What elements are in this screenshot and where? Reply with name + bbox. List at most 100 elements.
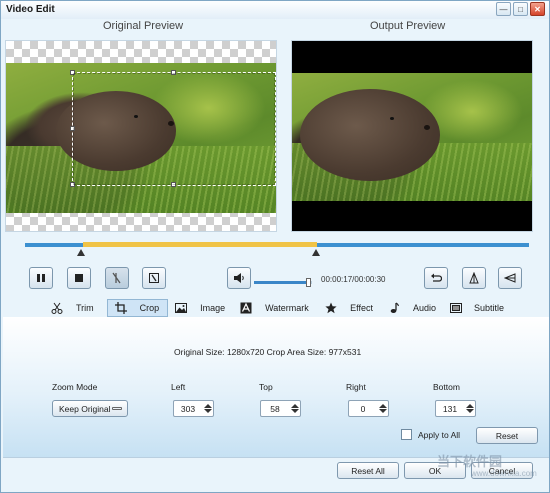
output-preview-label: Output Preview (370, 20, 446, 32)
title-bar: Video Edit — □ ✕ (1, 1, 549, 19)
apply-to-all-label: Apply to All (418, 430, 461, 440)
flip-horizontal-icon (504, 273, 516, 283)
volume-slider[interactable] (254, 278, 312, 287)
playback-time: 00:00:17/00:00:30 (321, 275, 386, 284)
bottom-value: 131 (442, 403, 458, 414)
stepper-arrows[interactable] (289, 401, 300, 416)
tab-audio[interactable]: Audio (381, 299, 444, 317)
stop-icon (75, 274, 83, 282)
trim-selection (83, 242, 317, 247)
set-start-button[interactable] (105, 267, 129, 289)
maximize-button[interactable]: □ (513, 2, 528, 16)
top-label: Top (259, 382, 273, 392)
window-title: Video Edit (6, 4, 55, 15)
apply-to-all-checkbox[interactable] (401, 429, 412, 440)
arrow-up-icon (290, 404, 299, 408)
right-value: 0 (360, 403, 366, 414)
letterbox-top (292, 41, 532, 73)
speaker-icon (234, 273, 244, 283)
set-start-icon (112, 272, 121, 284)
zoom-mode-value: Keep Original (59, 403, 111, 414)
tab-trim[interactable]: Trim (44, 299, 107, 317)
arrow-down-icon (465, 409, 474, 413)
close-button[interactable]: ✕ (530, 2, 545, 16)
stop-button[interactable] (67, 267, 91, 289)
timeline-track[interactable] (25, 242, 529, 247)
crop-icon (114, 301, 128, 315)
end-marker[interactable] (312, 249, 320, 256)
left-stepper[interactable]: 303 (173, 400, 214, 417)
stepper-arrows[interactable] (377, 401, 388, 416)
tab-image[interactable]: Image (168, 299, 233, 317)
bottom-stepper[interactable]: 131 (435, 400, 476, 417)
tab-watermark[interactable]: Watermark (233, 299, 318, 317)
tab-effect[interactable]: Effect (318, 299, 381, 317)
reset-button[interactable]: Reset (476, 427, 538, 444)
dropdown-icon (112, 407, 122, 410)
zoom-mode-label: Zoom Mode (52, 382, 98, 392)
set-end-button[interactable] (142, 267, 166, 289)
crop-area-value: 977x531 (328, 347, 362, 357)
flip-horizontal-button[interactable] (498, 267, 522, 289)
pause-icon (37, 274, 45, 282)
arrow-up-icon (378, 404, 387, 408)
arrow-down-icon (203, 409, 212, 413)
subtitle-icon (450, 301, 462, 315)
left-value: 303 (180, 403, 196, 414)
tab-subtitle[interactable]: Subtitle (444, 299, 506, 317)
play-pause-button[interactable] (29, 267, 53, 289)
flip-vertical-icon (469, 272, 479, 284)
crop-handle-left[interactable] (70, 126, 75, 131)
edit-tab-bar: Trim Crop Image Watermark Effect Audio S… (44, 299, 506, 317)
start-marker[interactable] (77, 249, 85, 256)
window-controls: — □ ✕ (496, 2, 545, 16)
rotate-button[interactable] (424, 267, 448, 289)
watermark-icon (239, 301, 253, 315)
close-icon: ✕ (534, 4, 541, 14)
original-size-label: Original Size: (174, 347, 225, 357)
crop-handle-bottom-left[interactable] (70, 182, 75, 187)
original-preview (5, 40, 277, 232)
top-value: 58 (270, 403, 280, 414)
crop-handle-bottom[interactable] (171, 182, 176, 187)
marmot-nose (424, 125, 430, 130)
arrow-down-icon (290, 409, 299, 413)
top-stepper[interactable]: 58 (260, 400, 301, 417)
crop-handle-top-left[interactable] (70, 70, 75, 75)
minimize-icon: — (499, 4, 508, 14)
rotate-icon (431, 273, 442, 282)
tab-image-label: Image (200, 303, 226, 313)
image-icon (174, 301, 188, 315)
letterbox-bottom (292, 201, 532, 231)
right-stepper[interactable]: 0 (348, 400, 389, 417)
site-watermark-url: www.downxia.com (471, 469, 537, 478)
minimize-button[interactable]: — (496, 2, 511, 16)
bottom-label: Bottom (433, 382, 460, 392)
reset-button-label: Reset (495, 430, 519, 441)
tab-crop[interactable]: Crop (106, 299, 169, 317)
volume-thumb[interactable] (306, 278, 312, 287)
tab-effect-label: Effect (350, 303, 373, 313)
stepper-arrows[interactable] (464, 401, 475, 416)
flip-vertical-button[interactable] (462, 267, 486, 289)
marmot-eye (390, 117, 394, 120)
arrow-up-icon (203, 404, 212, 408)
reset-all-button[interactable]: Reset All (337, 462, 399, 479)
volume-button[interactable] (227, 267, 251, 289)
tab-watermark-label: Watermark (265, 303, 309, 313)
crop-area-label: Crop Area Size: (266, 347, 327, 357)
site-watermark: 当下软件园 (437, 454, 503, 469)
crop-handle-top[interactable] (171, 70, 176, 75)
tab-trim-label: Trim (76, 303, 94, 313)
star-icon (324, 301, 338, 315)
zoom-mode-select[interactable]: Keep Original (52, 400, 128, 417)
video-edit-window: Video Edit — □ ✕ Original Preview Output… (0, 0, 550, 493)
original-size-value: 1280x720 (226, 347, 265, 357)
crop-info-line: Original Size: 1280x720 Crop Area Size: … (174, 347, 361, 357)
crop-selection-box[interactable] (70, 70, 276, 187)
volume-fill (254, 281, 310, 284)
stepper-arrows[interactable] (202, 401, 213, 416)
tab-crop-label: Crop (139, 303, 160, 313)
maximize-icon: □ (518, 4, 523, 14)
reset-all-label: Reset All (351, 465, 385, 476)
